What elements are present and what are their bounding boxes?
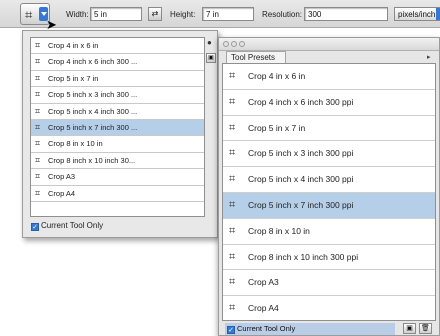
crop-icon: ⌗ [229,70,236,82]
dropdown-item[interactable]: ⌗ Crop 8 in x 10 in [31,136,204,153]
dropdown-item[interactable]: ⌗ Crop 8 inch x 10 inch 30... [31,153,204,170]
crop-icon: ⌗ [35,56,41,67]
crop-icon: ⌗ [229,250,236,263]
preset-item[interactable]: ⌗ Crop 5 in x 7 in [223,116,435,142]
dropdown-item[interactable]: ⌗ Crop 4 in x 6 in [31,38,204,55]
options-bar: ⌗ ➤ Width: 5 in ⇄ Height: 7 in Resolutio… [0,0,440,31]
preset-item[interactable]: ⌗ Crop A3 [223,270,435,297]
preset-item[interactable]: ⌗ Crop 8 inch x 10 inch 300 ppi [223,245,435,271]
crop-icon: ⌗ [229,198,236,211]
crop-icon: ⌗ [229,224,236,237]
crop-icon: ⌗ [229,276,236,289]
crop-icon: ⌗ [35,187,41,198]
crop-icon: ⌗ [35,154,41,165]
palette-menu-icon[interactable]: ▸ [427,53,437,62]
height-field[interactable]: 7 in [202,7,254,21]
crop-icon: ⌗ [229,173,236,186]
preset-item[interactable]: ⌗ Crop 8 in x 10 in [223,219,435,245]
dropdown-item[interactable]: ⌗ Crop 5 in x 7 in [31,71,204,88]
crop-icon: ⌗ [229,121,236,134]
units-dropdown-arrow-icon[interactable] [436,8,440,20]
crop-icon: ⌗ [35,72,41,83]
crop-icon: ⌗ [35,40,41,50]
crop-icon: ⌗ [229,95,236,108]
dropdown-item-selected[interactable]: ⌗ Crop 5 inch x 7 inch 300 ... [31,119,204,137]
resolution-field[interactable]: 300 [304,7,388,21]
tool-preset-dropdown: ⌗ Crop 4 in x 6 in ⌗ Crop 4 inch x 6 inch … [22,30,218,238]
dropdown-item[interactable]: ⌗ Crop 5 inch x 4 inch 300 ... [31,104,204,120]
dropdown-item[interactable]: ⌗ Crop A3 [31,169,204,186]
preset-item[interactable]: ⌗ Crop 5 inch x 4 inch 300 ppi [223,167,435,193]
resolution-label: Resolution: [262,10,303,19]
preset-item[interactable]: ⌗ Crop A4 [223,296,435,320]
height-label: Height: [170,10,196,19]
close-icon[interactable] [223,41,229,47]
crop-icon: ⌗ [35,138,41,149]
palette-preset-list: ⌗ Crop 4 in x 6 in ⌗ Crop 4 inch x 6 inch … [222,63,436,321]
preset-item[interactable]: ⌗ Crop 4 in x 6 in [223,64,435,90]
crop-icon: ⌗ [35,121,41,132]
checkmark-icon: ✓ [227,326,235,334]
new-preset-icon[interactable]: ▣ [403,323,416,334]
minimize-icon[interactable] [231,41,237,47]
trash-icon[interactable]: 🗑 [419,323,432,334]
crop-icon: ⌗ [35,105,41,116]
swap-dimensions-button[interactable]: ⇄ [148,7,162,21]
panel-menu-icon[interactable]: ● [207,39,215,47]
palette-footer: ✓ Current Tool Only ▣ 🗑 [219,322,439,336]
preset-item[interactable]: ⌗ Crop 4 inch x 6 inch 300 ppi [223,90,435,116]
preset-item[interactable]: ⌗ Crop 5 inch x 3 inch 300 ppi [223,141,435,168]
crop-icon: ⌗ [35,171,41,182]
dropdown-preset-list: ⌗ Crop 4 in x 6 in ⌗ Crop 4 inch x 6 inch … [30,37,205,217]
new-preset-icon[interactable]: ▣ [206,53,216,63]
tool-presets-palette: Tool Presets ▸ ⌗ Crop 4 in x 6 in ⌗ Crop 4… [218,37,440,336]
tab-tool-presets[interactable]: Tool Presets [226,51,286,63]
zoom-icon[interactable] [239,41,245,47]
width-label: Width: [66,10,89,19]
crop-icon: ⌗ [229,302,236,315]
checkmark-icon: ✓ [31,223,39,231]
dropdown-item[interactable]: ⌗ Crop 4 inch x 6 inch 300 ... [31,54,204,71]
current-tool-only-checkbox[interactable]: ✓ Current Tool Only [31,221,103,231]
palette-titlebar[interactable] [219,38,439,51]
crop-icon: ⌗ [25,7,33,22]
width-field[interactable]: 5 in [90,7,142,21]
resolution-units-select[interactable]: pixels/inch [394,7,440,21]
preset-item-selected[interactable]: ⌗ Crop 5 inch x 7 inch 300 ppi [223,192,435,219]
crop-icon: ⌗ [229,147,236,160]
dropdown-item[interactable]: ⌗ Crop A4 [31,186,204,202]
dropdown-item[interactable]: ⌗ Crop 5 inch x 3 inch 300 ... [31,87,204,104]
current-tool-only-checkbox[interactable]: ✓ Current Tool Only [225,323,395,335]
crop-icon: ⌗ [35,89,41,100]
